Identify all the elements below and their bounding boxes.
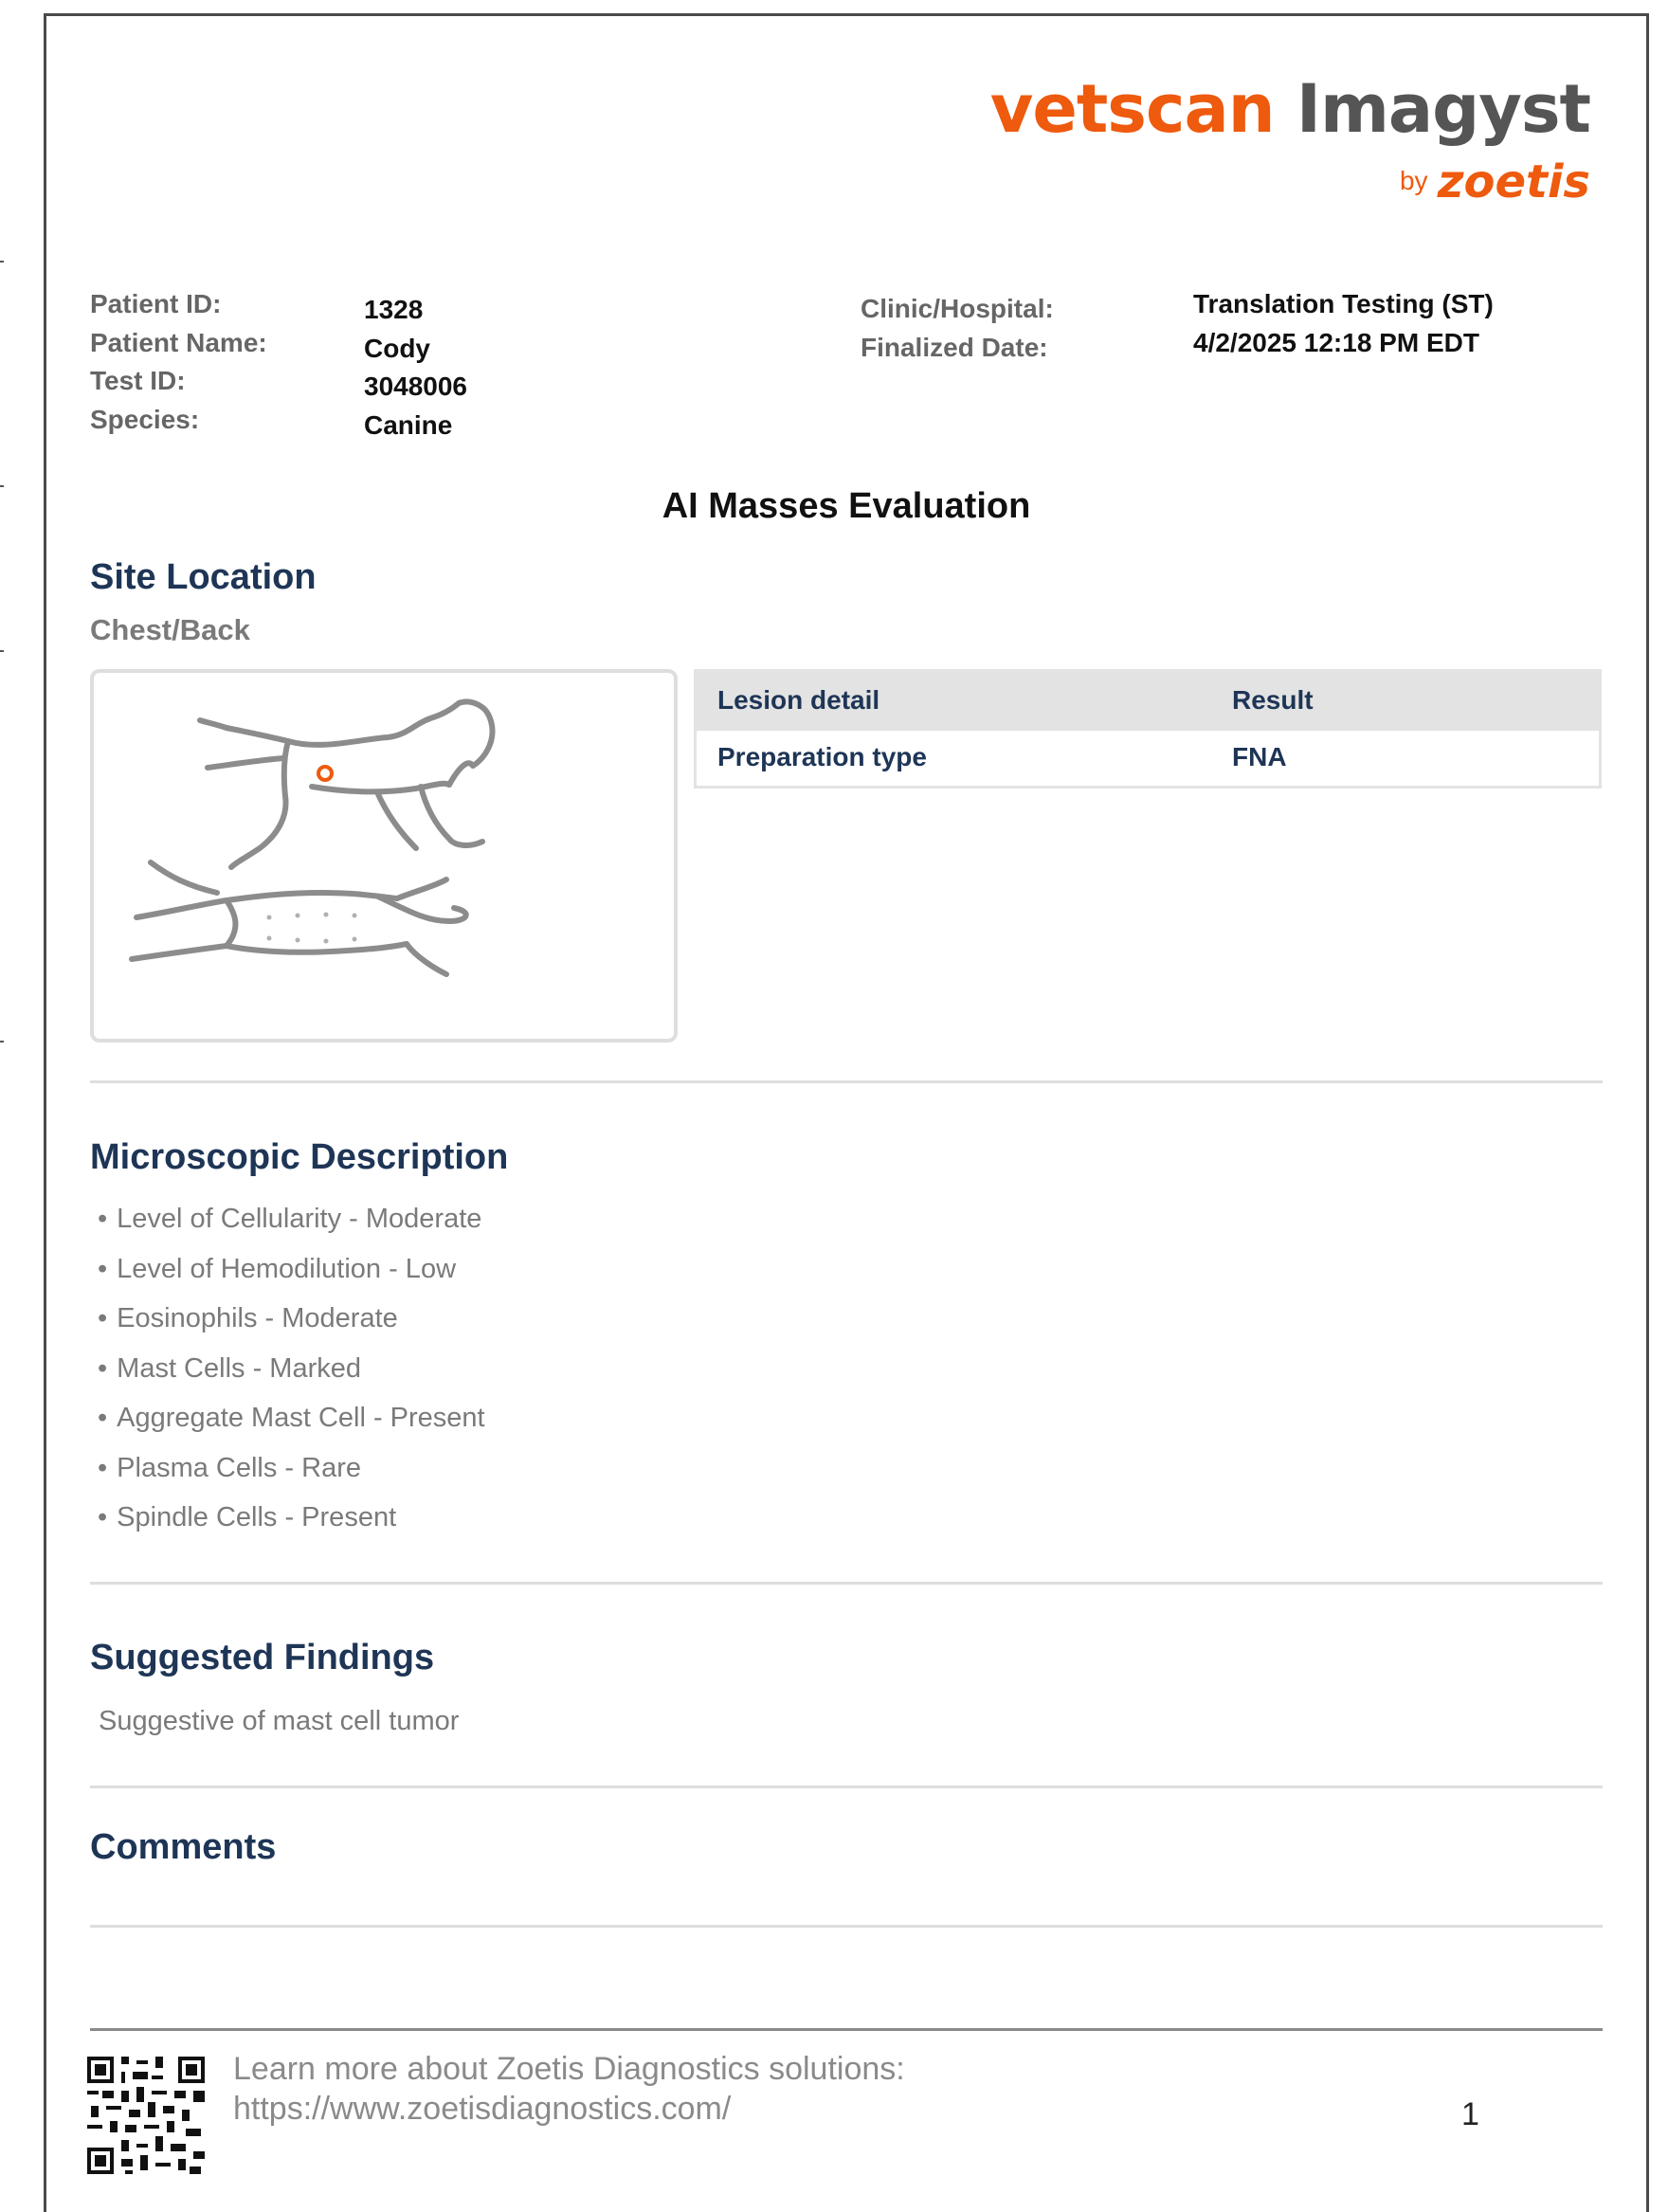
site-location-title: Site Location [90, 557, 317, 597]
site-location-value: Chest/Back [90, 613, 250, 646]
microscopic-description-title: Microscopic Description [90, 1137, 509, 1177]
bullet: • [98, 1253, 108, 1284]
list-item: • Spindle Cells - Present [98, 1498, 485, 1549]
header-lesion-detail: Lesion detail [717, 685, 880, 715]
footer-text: Learn more about Zoetis Diagnostics solu… [233, 2049, 905, 2129]
list-item-text: Level of Hemodilution - Low [117, 1253, 457, 1284]
finalized-date-value: 4/2/2025 12:18 PM EDT [1193, 328, 1479, 357]
footer-link[interactable]: https://www.zoetisdiagnostics.com/ [233, 2089, 905, 2129]
bullet: • [98, 1452, 108, 1483]
patient-name-label: Patient Name: [90, 328, 267, 357]
logo-by: by [1399, 166, 1428, 195]
list-item: • Aggregate Mast Cell - Present [98, 1399, 485, 1449]
bullet: • [98, 1352, 108, 1384]
suggested-findings-title: Suggested Findings [90, 1638, 435, 1677]
list-item-text: Eosinophils - Moderate [117, 1303, 398, 1333]
section-divider [90, 1925, 1603, 1928]
bullet: • [98, 1502, 108, 1532]
table-header: Lesion detail Result [697, 672, 1599, 731]
lesion-marker [317, 765, 334, 782]
list-item: • Level of Cellularity - Moderate [98, 1200, 485, 1250]
logo-product: Imagyst [1296, 70, 1591, 148]
page-number: 1 [1461, 2096, 1479, 2132]
clinic-value: Translation Testing (ST) [1193, 289, 1494, 318]
footer-divider [90, 2028, 1603, 2031]
list-item-text: Aggregate Mast Cell - Present [117, 1403, 485, 1433]
list-item-text: Plasma Cells - Rare [117, 1452, 361, 1483]
bullet: • [98, 1303, 108, 1333]
body-map-image [90, 669, 678, 1043]
qr-code-icon [87, 2057, 205, 2174]
list-item: • Eosinophils - Moderate [98, 1299, 485, 1350]
bullet: • [98, 1204, 108, 1234]
patient-id-value: 1328 [364, 295, 424, 324]
preparation-type-value: FNA [1232, 742, 1287, 771]
clinic-label: Clinic/Hospital: [861, 294, 1054, 323]
table-row: Preparation type FNA [697, 731, 1599, 786]
microscopic-description-list: • Level of Cellularity - Moderate • Level … [98, 1200, 485, 1549]
list-item-text: Mast Cells - Marked [117, 1352, 361, 1384]
list-item: • Level of Hemodilution - Low [98, 1250, 485, 1300]
list-item: • Plasma Cells - Rare [98, 1449, 485, 1499]
test-id-label: Test ID: [90, 366, 186, 395]
suggested-findings-text: Suggestive of mast cell tumor [99, 1706, 460, 1736]
logo-brand: vetscan [989, 70, 1276, 148]
lesion-detail-table: Lesion detail Result Preparation type FN… [694, 669, 1602, 789]
logo-company: zoetis [1437, 155, 1590, 209]
list-item: • Mast Cells - Marked [98, 1350, 485, 1400]
list-item-text: Spindle Cells - Present [117, 1502, 397, 1532]
species-label: Species: [90, 405, 200, 434]
species-value: Canine [364, 410, 453, 440]
section-divider [90, 1582, 1603, 1585]
test-id-value: 3048006 [364, 372, 468, 401]
section-divider [90, 1080, 1603, 1083]
vetscan-imagyst-logo: vetscan Imagyst by zoetis [990, 76, 1591, 205]
section-divider [90, 1786, 1603, 1788]
report-title: AI Masses Evaluation [662, 486, 1031, 526]
finalized-date-label: Finalized Date: [861, 333, 1048, 362]
margin-tick [0, 261, 4, 263]
margin-tick [0, 1041, 4, 1043]
canine-body-diagram [129, 698, 496, 977]
margin-tick [0, 650, 4, 652]
patient-id-label: Patient ID: [90, 289, 222, 318]
patient-name-value: Cody [364, 334, 430, 363]
preparation-type-label: Preparation type [717, 742, 927, 771]
header-result: Result [1232, 685, 1314, 715]
bullet: • [98, 1403, 108, 1433]
list-item-text: Level of Cellularity - Moderate [117, 1204, 482, 1234]
comments-title: Comments [90, 1827, 277, 1867]
footer-text-line: Learn more about Zoetis Diagnostics solu… [233, 2051, 905, 2087]
